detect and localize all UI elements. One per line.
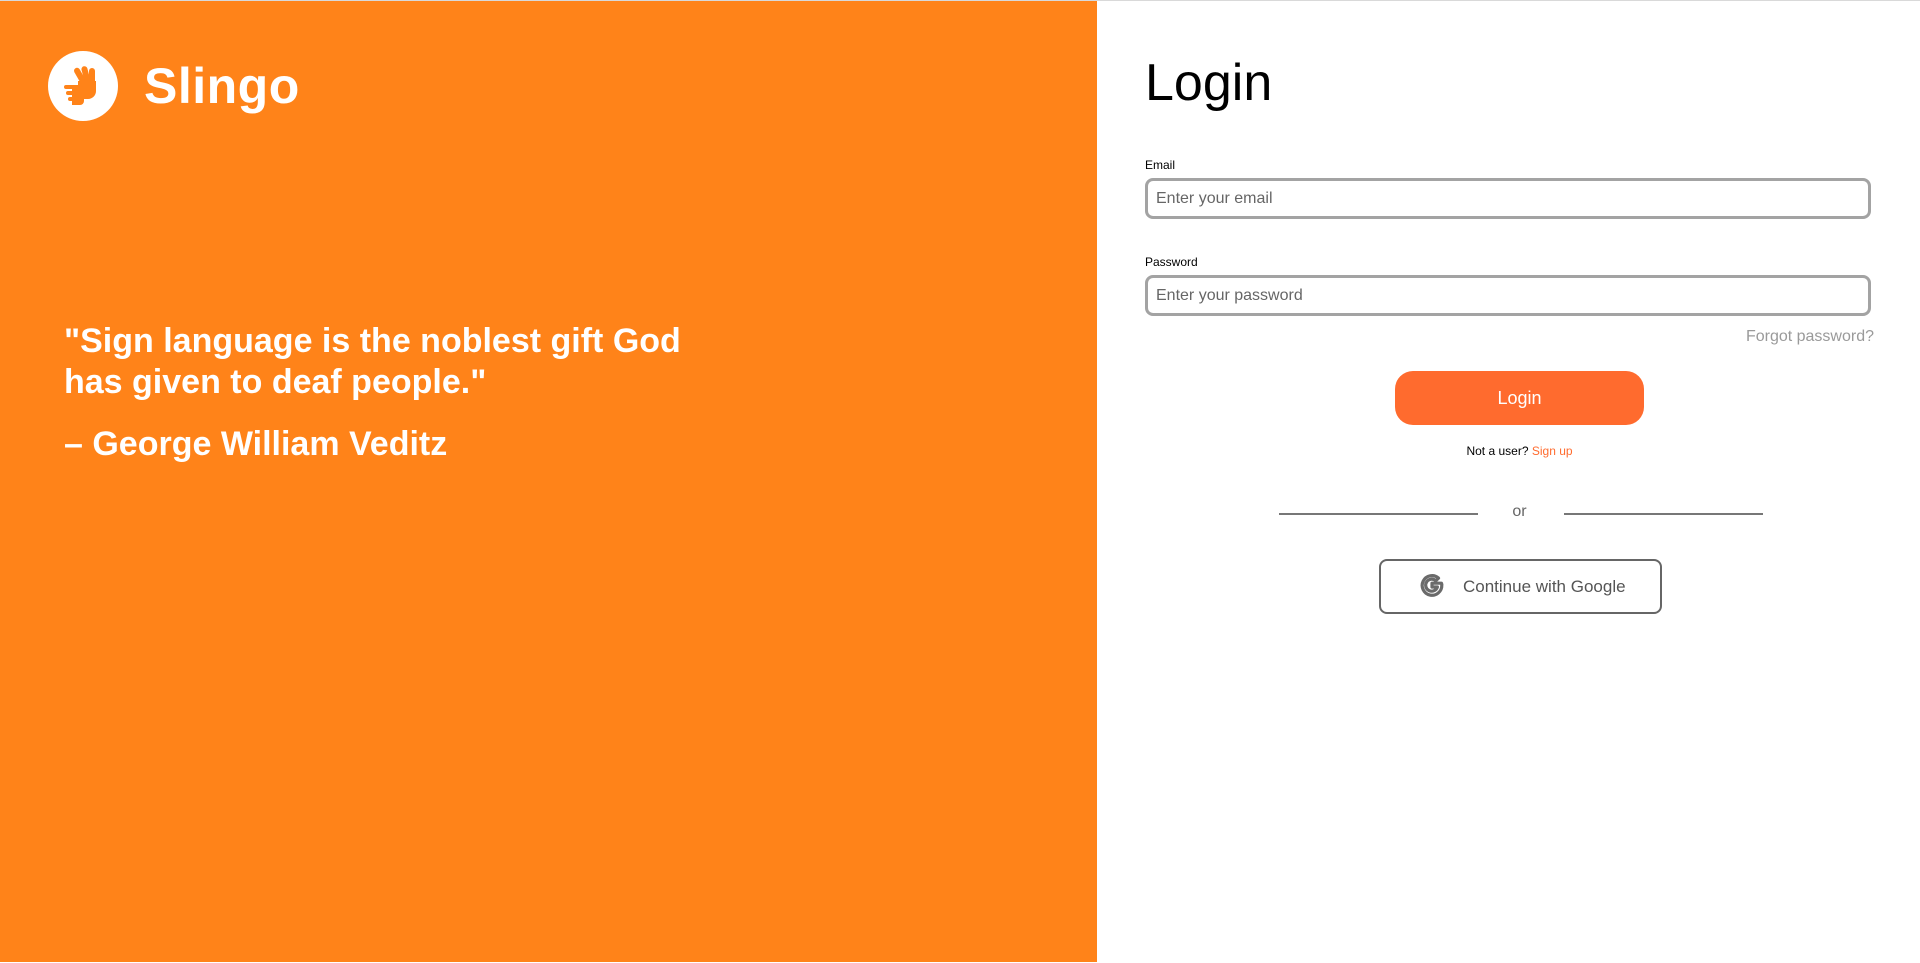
sign-up-link[interactable]: Sign up [1532, 444, 1573, 458]
login-page: Slingo "Sign language is the noblest gif… [0, 0, 1920, 963]
brand-name: Slingo [144, 58, 300, 114]
email-field[interactable] [1145, 178, 1871, 219]
google-button-label: Continue with Google [1463, 576, 1626, 596]
email-label: Email [1145, 158, 1176, 172]
google-login-button[interactable]: Continue with Google [1379, 559, 1662, 614]
google-icon [1419, 572, 1445, 601]
forgot-password-link[interactable]: Forgot password? [1746, 328, 1874, 346]
divider-or: or [1512, 503, 1527, 520]
brand-header: Slingo [48, 51, 300, 121]
page-title: Login [1145, 54, 1273, 112]
quote-text: "Sign language is the noblest gift God h… [64, 322, 681, 401]
login-button[interactable]: Login [1395, 371, 1644, 425]
sign-language-hand-icon [48, 51, 118, 121]
quote-author: – George William Veditz [64, 425, 448, 463]
not-a-user-text: Not a user? [1466, 444, 1529, 458]
password-field[interactable] [1145, 275, 1871, 316]
login-form-panel: Login Email Password Forgot password? Lo… [1097, 1, 1920, 962]
brand-panel: Slingo "Sign language is the noblest gif… [0, 1, 1097, 962]
divider-line-right [1564, 513, 1763, 515]
password-label: Password [1145, 255, 1198, 269]
signup-prompt: Not a user? Sign up [1097, 444, 1920, 458]
